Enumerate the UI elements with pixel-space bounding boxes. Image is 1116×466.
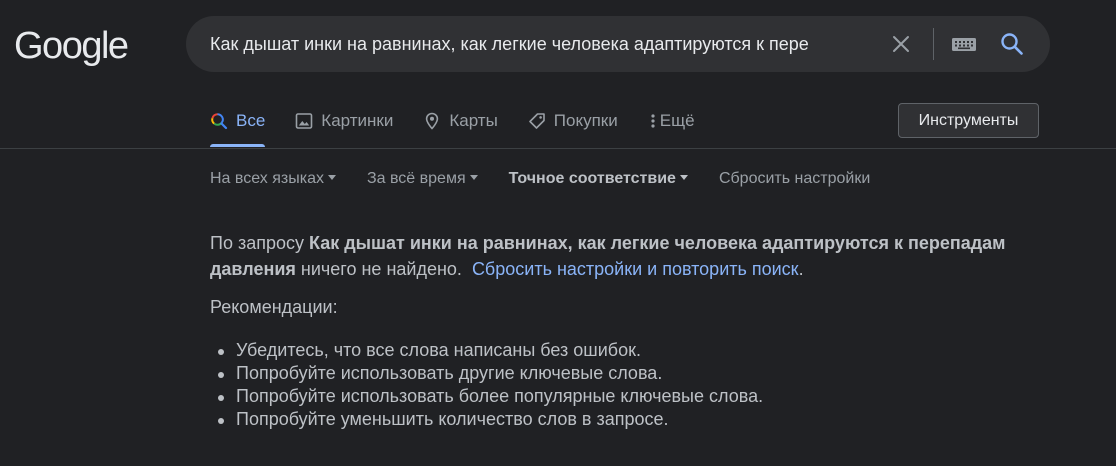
list-item: Попробуйте использовать более популярные… bbox=[214, 385, 763, 408]
tab-label: Покупки bbox=[553, 111, 618, 130]
filter-reset[interactable]: Сбросить настройки bbox=[719, 168, 870, 190]
list-item: Убедитесь, что все слова написаны без ош… bbox=[214, 339, 763, 362]
tab-images[interactable]: Картинки bbox=[295, 104, 393, 138]
tab-shopping[interactable]: Покупки bbox=[528, 104, 618, 138]
filter-language[interactable]: На всех языках bbox=[210, 168, 336, 190]
keyboard-icon[interactable] bbox=[951, 34, 977, 54]
reset-and-retry-link[interactable]: Сбросить настройки и повторить поиск bbox=[472, 259, 799, 279]
search-tabs: Все Картинки Карты Покупки Ещё bbox=[210, 104, 695, 148]
map-pin-icon bbox=[423, 112, 441, 130]
caret-down-icon bbox=[679, 175, 688, 181]
search-input[interactable] bbox=[210, 16, 880, 72]
filter-time[interactable]: За всё время bbox=[367, 168, 478, 190]
filter-label: Точное соответствие bbox=[508, 170, 676, 187]
google-logo[interactable]: Google bbox=[14, 24, 129, 68]
message-suffix: ничего не найдено. bbox=[295, 259, 462, 279]
search-results-page: Google Как дышат инки на равнинах, как л… bbox=[0, 0, 1116, 466]
divider bbox=[0, 148, 1116, 149]
list-item: Попробуйте уменьшить количество слов в з… bbox=[214, 408, 763, 431]
recommendations-heading: Рекомендации: bbox=[210, 297, 338, 317]
caret-down-icon bbox=[469, 175, 478, 181]
search-box[interactable] bbox=[186, 16, 1050, 72]
tab-label: Карты bbox=[449, 111, 498, 130]
tab-maps[interactable]: Карты bbox=[423, 104, 498, 138]
recommendations-list: Убедитесь, что все слова написаны без ош… bbox=[214, 339, 763, 431]
tools-button[interactable]: Инструменты bbox=[898, 103, 1039, 138]
searchbox-divider bbox=[933, 28, 934, 60]
tab-all[interactable]: Все bbox=[210, 104, 266, 147]
message-end: . bbox=[798, 259, 804, 279]
search-filters: На всех языках За всё время Точное соотв… bbox=[210, 168, 901, 190]
search-icon[interactable] bbox=[999, 31, 1025, 57]
tab-label: Картинки bbox=[321, 111, 394, 130]
filter-label: На всех языках bbox=[210, 170, 324, 187]
message-prefix: По запросу bbox=[210, 233, 309, 253]
more-vert-icon bbox=[648, 112, 658, 130]
list-item: Попробуйте использовать другие ключевые … bbox=[214, 362, 763, 385]
search-icon bbox=[210, 112, 228, 130]
tag-icon bbox=[528, 112, 546, 130]
filter-verbatim[interactable]: Точное соответствие bbox=[509, 168, 688, 190]
filter-label: За всё время bbox=[366, 170, 466, 187]
caret-down-icon bbox=[327, 175, 336, 181]
tab-more[interactable]: Ещё bbox=[648, 104, 695, 138]
tab-label: Все bbox=[236, 111, 266, 130]
filter-label: Сбросить настройки bbox=[718, 170, 871, 187]
image-icon bbox=[295, 112, 313, 130]
no-results-message: По запросу Как дышат инки на равнинах, к… bbox=[210, 230, 1010, 282]
tab-label: Ещё bbox=[659, 111, 695, 130]
close-icon[interactable] bbox=[889, 32, 913, 56]
